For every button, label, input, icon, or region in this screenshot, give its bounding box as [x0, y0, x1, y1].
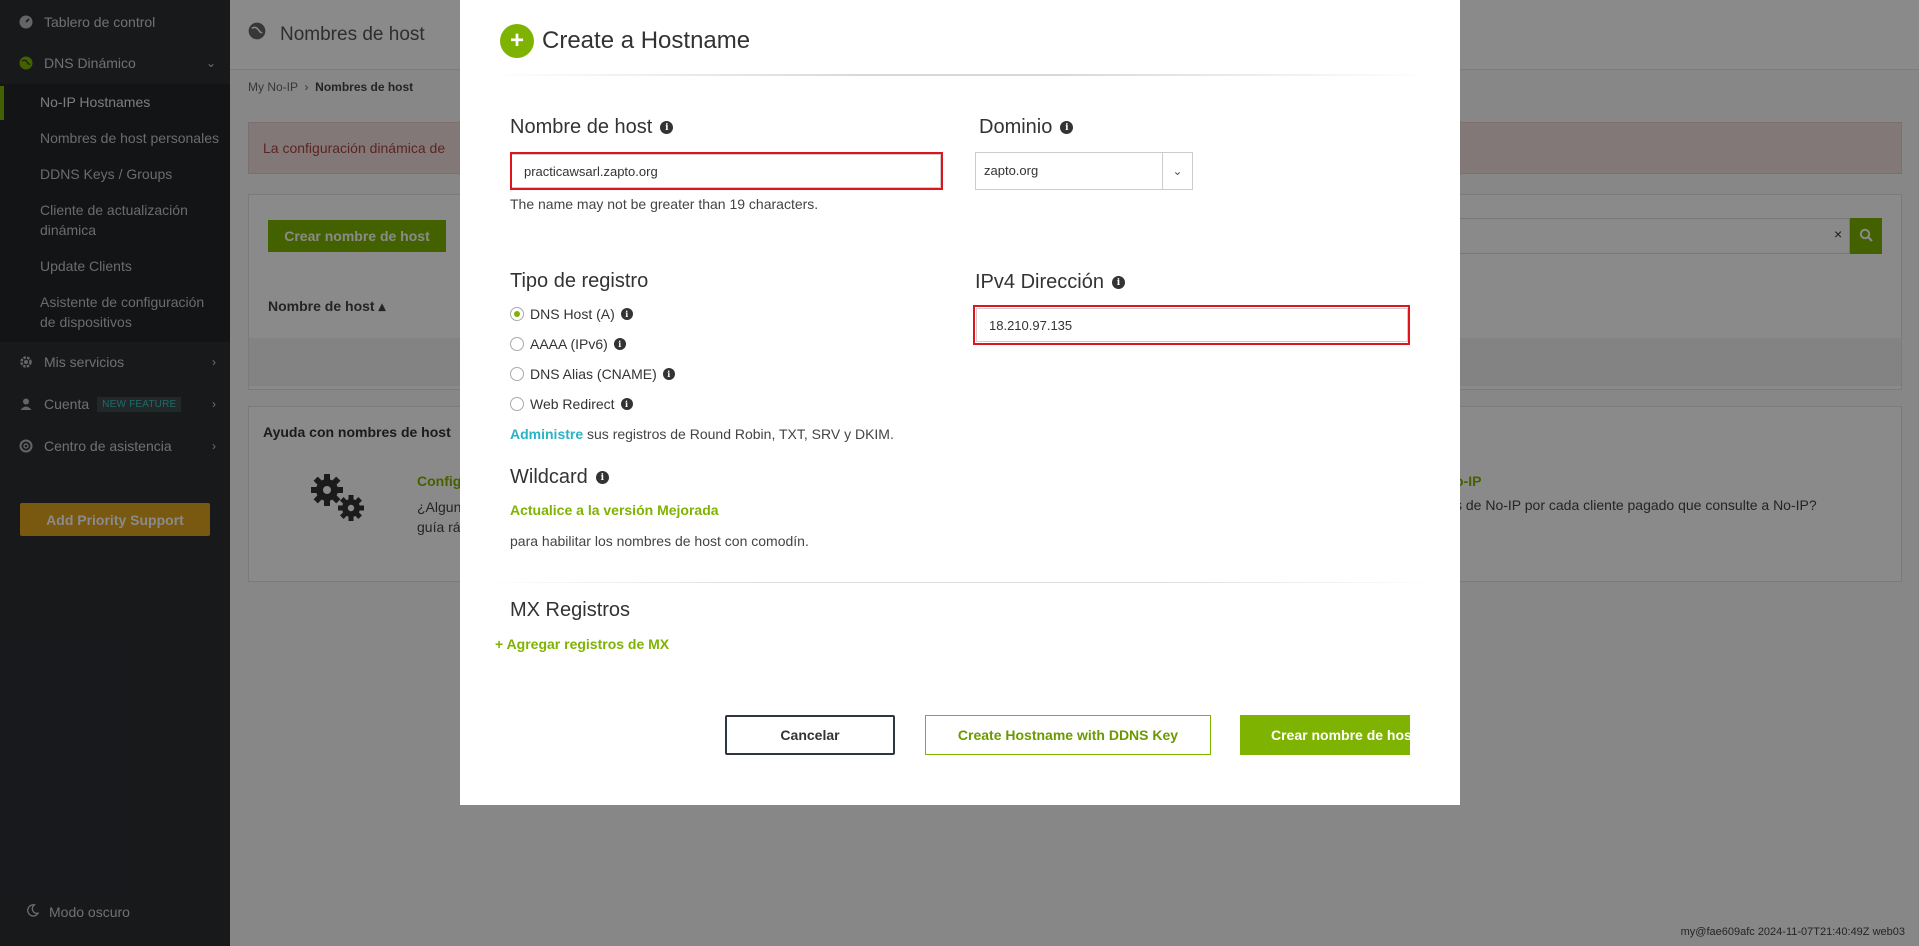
radio-button[interactable]: [510, 367, 524, 381]
modal-title-text: Create a Hostname: [542, 27, 751, 54]
cancel-button[interactable]: Cancelar: [725, 715, 895, 755]
info-icon[interactable]: i: [1111, 276, 1125, 289]
divider: [480, 582, 1440, 583]
upgrade-link[interactable]: Actualice a la versión Mejorada: [510, 502, 719, 518]
radio-label: Web Redirect: [530, 396, 615, 412]
plus-icon: +: [500, 24, 534, 58]
manage-text: sus registros de Round Robin, TXT, SRV y…: [583, 426, 894, 442]
ipv4-label: IPv4 Dirección i: [975, 271, 1125, 294]
create-hostname-button[interactable]: Crear nombre de host: [1240, 715, 1410, 755]
info-icon[interactable]: i: [620, 308, 633, 320]
radio-aaaa-ipv6[interactable]: AAAA (IPv6) i: [510, 336, 626, 352]
domain-select[interactable]: zapto.org ⌄: [975, 152, 1193, 190]
highlight-box: [973, 305, 1410, 345]
wildcard-label-text: Wildcard: [510, 466, 588, 488]
mx-label: MX Registros: [510, 599, 630, 622]
wildcard-label: Wildcard i: [510, 466, 609, 489]
wildcard-text: para habilitar los nombres de host con c…: [510, 533, 809, 549]
radio-button[interactable]: [510, 337, 524, 351]
highlight-box: [510, 152, 943, 190]
domain-value: zapto.org: [984, 163, 1039, 178]
manage-link[interactable]: Administre: [510, 426, 583, 442]
modal-title: + Create a Hostname: [500, 24, 750, 58]
hostname-hint: The name may not be greater than 19 char…: [510, 196, 819, 212]
radio-button[interactable]: [510, 397, 524, 411]
radio-label: DNS Host (A): [530, 306, 615, 322]
radio-dns-alias-cname[interactable]: DNS Alias (CNAME) i: [510, 366, 675, 382]
hostname-label: Nombre de host i: [510, 116, 674, 139]
radio-button[interactable]: [510, 307, 524, 321]
mx-label-text: MX Registros: [510, 599, 631, 621]
manage-records-text: Administre sus registros de Round Robin,…: [510, 426, 894, 442]
info-icon[interactable]: i: [620, 398, 633, 410]
radio-label: AAAA (IPv6): [530, 336, 608, 352]
add-mx-records-link[interactable]: + Agregar registros de MX: [495, 636, 669, 652]
radio-dns-host-a[interactable]: DNS Host (A) i: [510, 306, 633, 322]
divider: [490, 74, 1430, 76]
info-icon[interactable]: i: [660, 121, 674, 134]
radio-label: DNS Alias (CNAME): [530, 366, 657, 382]
ipv4-label-text: IPv4 Dirección: [975, 271, 1104, 293]
radio-web-redirect[interactable]: Web Redirect i: [510, 396, 633, 412]
create-with-ddns-key-button[interactable]: Create Hostname with DDNS Key: [925, 715, 1211, 755]
domain-label-text: Dominio: [979, 116, 1053, 138]
chevron-down-icon: ⌄: [1162, 153, 1192, 189]
info-icon[interactable]: i: [1060, 121, 1074, 134]
record-type-label-text: Tipo de registro: [510, 270, 649, 292]
info-icon[interactable]: i: [595, 471, 609, 484]
record-type-label: Tipo de registro: [510, 270, 648, 293]
hostname-label-text: Nombre de host: [510, 116, 653, 138]
info-icon[interactable]: i: [613, 338, 626, 350]
create-hostname-modal: + Create a Hostname Nombre de host i pra…: [460, 0, 1460, 805]
info-icon[interactable]: i: [662, 368, 675, 380]
domain-label: Dominio i: [979, 116, 1074, 139]
